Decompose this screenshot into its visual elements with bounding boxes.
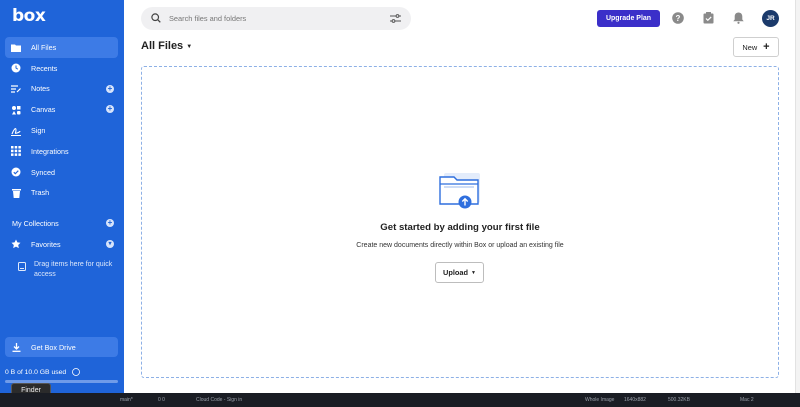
my-collections-label: My Collections — [12, 218, 59, 228]
sidebar-item-canvas[interactable]: Canvas + — [5, 99, 118, 120]
storage-info-icon[interactable] — [72, 368, 81, 376]
image-dimensions-text: 1640x882 — [624, 397, 646, 403]
image-mode-text: Whole Image — [585, 397, 615, 403]
sidebar-item-favorites[interactable]: Favorites ▾ — [5, 234, 118, 255]
search-input[interactable] — [169, 14, 369, 23]
check-circle-icon — [11, 167, 21, 177]
favorites-drag-hint: Drag items here for quick access — [18, 260, 113, 280]
folder-icon — [11, 42, 21, 52]
add-canvas-button[interactable]: + — [106, 105, 114, 114]
download-icon — [12, 342, 21, 352]
storage-text: 0 B of 10.0 GB used — [5, 368, 67, 376]
sidebar-item-label: Recents — [31, 63, 58, 73]
git-branch-text: main* — [120, 397, 133, 403]
os-status-strip: main* 0 0 Cloud Code - Sign in Whole Ima… — [0, 393, 800, 407]
box-logo[interactable]: box — [12, 6, 46, 26]
upload-button-label: Upload — [443, 268, 469, 277]
clock-icon — [11, 63, 21, 73]
chevron-down-icon: ▼ — [186, 44, 193, 50]
grid-icon — [11, 146, 21, 157]
sidebar-item-integrations[interactable]: Integrations — [5, 141, 118, 162]
get-box-drive-button[interactable]: Get Box Drive — [5, 337, 118, 357]
my-collections-header[interactable]: My Collections + — [5, 213, 118, 233]
plus-icon: + — [763, 41, 770, 53]
drop-target-icon — [18, 262, 26, 271]
user-avatar[interactable]: JR — [762, 10, 779, 27]
notes-icon — [11, 84, 21, 94]
sidebar-item-notes[interactable]: Notes + — [5, 79, 118, 100]
sidebar-item-label: All Files — [31, 42, 57, 52]
problem-counts-text: 0 0 — [158, 397, 165, 403]
svg-text:?: ? — [676, 14, 681, 23]
drag-hint-text: Drag items here for quick access — [34, 261, 113, 278]
get-box-drive-label: Get Box Drive — [31, 342, 76, 352]
notifications-bell-icon[interactable] — [733, 12, 745, 24]
collapse-favorites-button[interactable]: ▾ — [106, 240, 114, 248]
star-icon — [11, 239, 21, 249]
chevron-down-icon: ▼ — [471, 269, 476, 276]
sidebar-item-label: Favorites — [31, 239, 61, 249]
storage-usage: 0 B of 10.0 GB used — [5, 368, 81, 376]
sidebar-item-label: Synced — [31, 167, 55, 177]
search-bar[interactable] — [141, 7, 411, 30]
sidebar-item-trash[interactable]: Trash — [5, 183, 118, 204]
sidebar-item-sign[interactable]: Sign — [5, 120, 118, 141]
search-icon — [151, 12, 161, 25]
sidebar-item-label: Trash — [31, 188, 50, 198]
upload-button[interactable]: Upload ▼ — [435, 262, 484, 283]
upload-folder-icon — [438, 170, 482, 214]
window-scrollbar[interactable] — [795, 0, 800, 393]
sidebar-nav: All Files Recents Notes + Canvas + Sign … — [5, 37, 118, 203]
sidebar: box All Files Recents Notes + Canvas + S… — [0, 0, 124, 393]
mac-label-text: Mac 2 — [740, 397, 754, 403]
new-button[interactable]: New + — [733, 37, 779, 57]
filter-icon[interactable] — [390, 14, 401, 23]
trash-icon — [11, 188, 21, 198]
sidebar-item-label: Notes — [31, 84, 50, 94]
sidebar-item-recents[interactable]: Recents — [5, 58, 118, 79]
page-title-text: All Files — [141, 40, 184, 52]
sidebar-item-synced[interactable]: Synced — [5, 162, 118, 183]
help-icon[interactable]: ? — [672, 12, 684, 24]
add-note-button[interactable]: + — [106, 84, 114, 93]
sidebar-item-label: Sign — [31, 126, 46, 136]
empty-state-title: Get started by adding your first file — [380, 222, 540, 233]
page-title[interactable]: All Files ▼ — [141, 40, 192, 52]
canvas-icon — [11, 105, 21, 115]
cloud-code-text: Cloud Code - Sign in — [196, 397, 243, 403]
sidebar-item-label: Canvas — [31, 105, 56, 115]
sidebar-item-label: Integrations — [31, 146, 69, 156]
empty-state-subtitle: Create new documents directly within Box… — [356, 242, 564, 249]
image-size-text: 500.32KB — [668, 397, 690, 403]
sidebar-item-all-files[interactable]: All Files — [5, 37, 118, 58]
upgrade-plan-button[interactable]: Upgrade Plan — [597, 10, 660, 27]
tasks-clipboard-icon[interactable] — [703, 12, 715, 24]
favorites-section: Favorites ▾ — [5, 234, 118, 255]
sign-icon — [11, 126, 21, 136]
new-button-label: New — [742, 42, 758, 52]
add-collection-button[interactable]: + — [106, 219, 114, 227]
